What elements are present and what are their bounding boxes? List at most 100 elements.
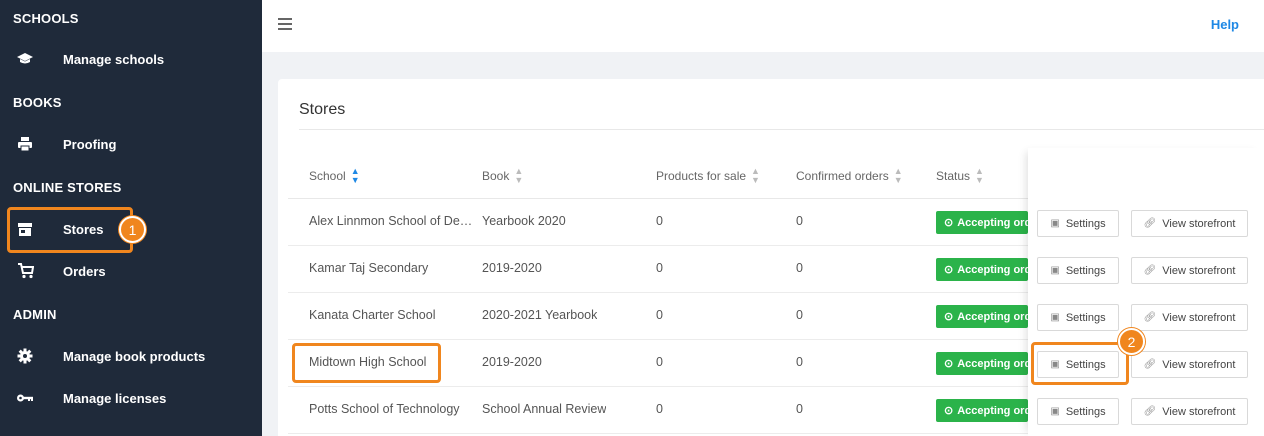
button-label: View storefront: [1162, 264, 1236, 277]
check-circle-icon: ⊙: [944, 405, 954, 417]
sidebar-item-label: Orders: [63, 263, 106, 279]
orders-cell: 0: [796, 308, 803, 322]
button-label: Settings: [1065, 405, 1106, 418]
column-header-products[interactable]: Products for sale ▲ ▼: [656, 167, 760, 185]
column-header-label: Products for sale: [656, 169, 747, 183]
settings-button[interactable]: ▣ Settings: [1037, 210, 1119, 237]
orders-cell: 0: [796, 214, 803, 228]
sort-icon: ▲ ▼: [350, 166, 360, 185]
view-storefront-button[interactable]: 🔗︎ View storefront: [1131, 351, 1248, 378]
printer-icon: [16, 135, 34, 153]
top-bar: Help: [262, 0, 1264, 52]
view-storefront-button[interactable]: 🔗︎ View storefront: [1131, 304, 1248, 331]
divider: [299, 129, 1264, 130]
column-header-label: Confirmed orders: [796, 169, 889, 183]
status-label: Accepting orders: [957, 357, 1028, 370]
sort-icon: ▲ ▼: [514, 166, 524, 185]
gear-icon: [16, 347, 34, 365]
products-cell: 0: [656, 402, 663, 416]
step-badge-1: 1: [119, 216, 146, 243]
highlight-midtown-school: [292, 343, 441, 383]
link-icon: 🔗︎: [1143, 265, 1157, 276]
link-icon: 🔗︎: [1143, 406, 1157, 417]
book-cell: Yearbook 2020: [482, 214, 566, 228]
column-header-status[interactable]: Status ▲ ▼: [936, 167, 984, 185]
products-cell: 0: [656, 355, 663, 369]
button-label: View storefront: [1162, 358, 1236, 371]
school-cell: Kamar Taj Secondary: [309, 261, 429, 275]
sidebar-item-orders[interactable]: Orders: [0, 250, 262, 292]
cart-icon: [16, 262, 34, 280]
settings-button[interactable]: ▣ Settings: [1037, 398, 1119, 425]
button-label: Settings: [1065, 311, 1106, 324]
button-label: View storefront: [1162, 311, 1236, 324]
step-badge-2: 2: [1118, 328, 1145, 355]
section-header-books: BOOKS: [13, 95, 62, 110]
check-circle-icon: ⊙: [944, 217, 954, 229]
products-cell: 0: [656, 261, 663, 275]
button-label: Settings: [1065, 264, 1106, 277]
orders-cell: 0: [796, 355, 803, 369]
section-header-schools: SCHOOLS: [13, 11, 79, 26]
sidebar-item-label: Manage schools: [63, 51, 165, 67]
school-cell: Alex Linnmon School of De…: [309, 214, 473, 228]
column-header-label: School: [309, 169, 346, 183]
check-circle-icon: ⊙: [944, 358, 954, 370]
status-badge: ⊙Accepting orders: [936, 352, 1028, 375]
save-icon: ▣: [1050, 312, 1060, 323]
page-title: Stores: [299, 101, 346, 118]
settings-button[interactable]: ▣ Settings: [1037, 257, 1119, 284]
book-cell: 2019-2020: [482, 355, 542, 369]
sidebar-item-label: Manage licenses: [63, 390, 167, 406]
status-badge: ⊙Accepting orders: [936, 211, 1028, 234]
check-circle-icon: ⊙: [944, 311, 954, 323]
check-circle-icon: ⊙: [944, 264, 954, 276]
status-label: Accepting orders: [957, 216, 1028, 229]
highlight-stores: [7, 207, 133, 253]
status-badge: ⊙Accepting orders: [936, 305, 1028, 328]
status-badge: ⊙Accepting orders: [936, 258, 1028, 281]
save-icon: ▣: [1050, 406, 1060, 417]
save-icon: ▣: [1050, 218, 1060, 229]
products-cell: 0: [656, 214, 663, 228]
view-storefront-button[interactable]: 🔗︎ View storefront: [1131, 210, 1248, 237]
help-link[interactable]: Help: [1211, 17, 1239, 32]
products-cell: 0: [656, 308, 663, 322]
sidebar-item-manage-licenses[interactable]: Manage licenses: [0, 377, 262, 419]
column-header-label: Book: [482, 169, 510, 183]
sidebar-item-proofing[interactable]: Proofing: [0, 123, 262, 165]
book-cell: School Annual Review: [482, 402, 607, 416]
status-label: Accepting orders: [957, 310, 1028, 323]
sidebar-item-manage-book-products[interactable]: Manage book products: [0, 335, 262, 377]
sort-icon: ▲ ▼: [975, 166, 984, 185]
orders-cell: 0: [796, 402, 803, 416]
section-header-online-stores: ONLINE STORES: [13, 180, 122, 195]
link-icon: 🔗︎: [1143, 312, 1157, 323]
hamburger-menu-icon[interactable]: [278, 18, 292, 30]
sort-icon: ▲ ▼: [751, 166, 760, 185]
key-icon: [16, 389, 34, 407]
column-header-book[interactable]: Book ▲ ▼: [482, 167, 523, 185]
settings-button[interactable]: ▣ Settings: [1037, 304, 1119, 331]
column-header-orders[interactable]: Confirmed orders ▲ ▼: [796, 167, 903, 185]
school-cell: Potts School of Technology: [309, 402, 460, 416]
sidebar-item-manage-schools[interactable]: Manage schools: [0, 38, 262, 80]
save-icon: ▣: [1050, 265, 1060, 276]
column-header-label: Status: [936, 169, 971, 183]
book-cell: 2020-2021 Yearbook: [482, 308, 598, 322]
link-icon: 🔗︎: [1143, 359, 1157, 370]
orders-cell: 0: [796, 261, 803, 275]
actions-column: ▣ Settings 🔗︎ View storefront ▣ Settings 🔗︎…: [1028, 148, 1264, 436]
section-header-admin: ADMIN: [13, 307, 57, 322]
sidebar-item-label: Manage book products: [63, 348, 206, 364]
button-label: View storefront: [1162, 405, 1236, 418]
view-storefront-button[interactable]: 🔗︎ View storefront: [1131, 398, 1248, 425]
status-label: Accepting orders: [957, 263, 1028, 276]
view-storefront-button[interactable]: 🔗︎ View storefront: [1131, 257, 1248, 284]
link-icon: 🔗︎: [1143, 218, 1157, 229]
highlight-settings-button: [1031, 342, 1129, 385]
column-header-school[interactable]: School ▲ ▼: [309, 167, 360, 185]
button-label: View storefront: [1162, 217, 1236, 230]
book-cell: 2019-2020: [482, 261, 542, 275]
button-label: Settings: [1065, 217, 1106, 230]
